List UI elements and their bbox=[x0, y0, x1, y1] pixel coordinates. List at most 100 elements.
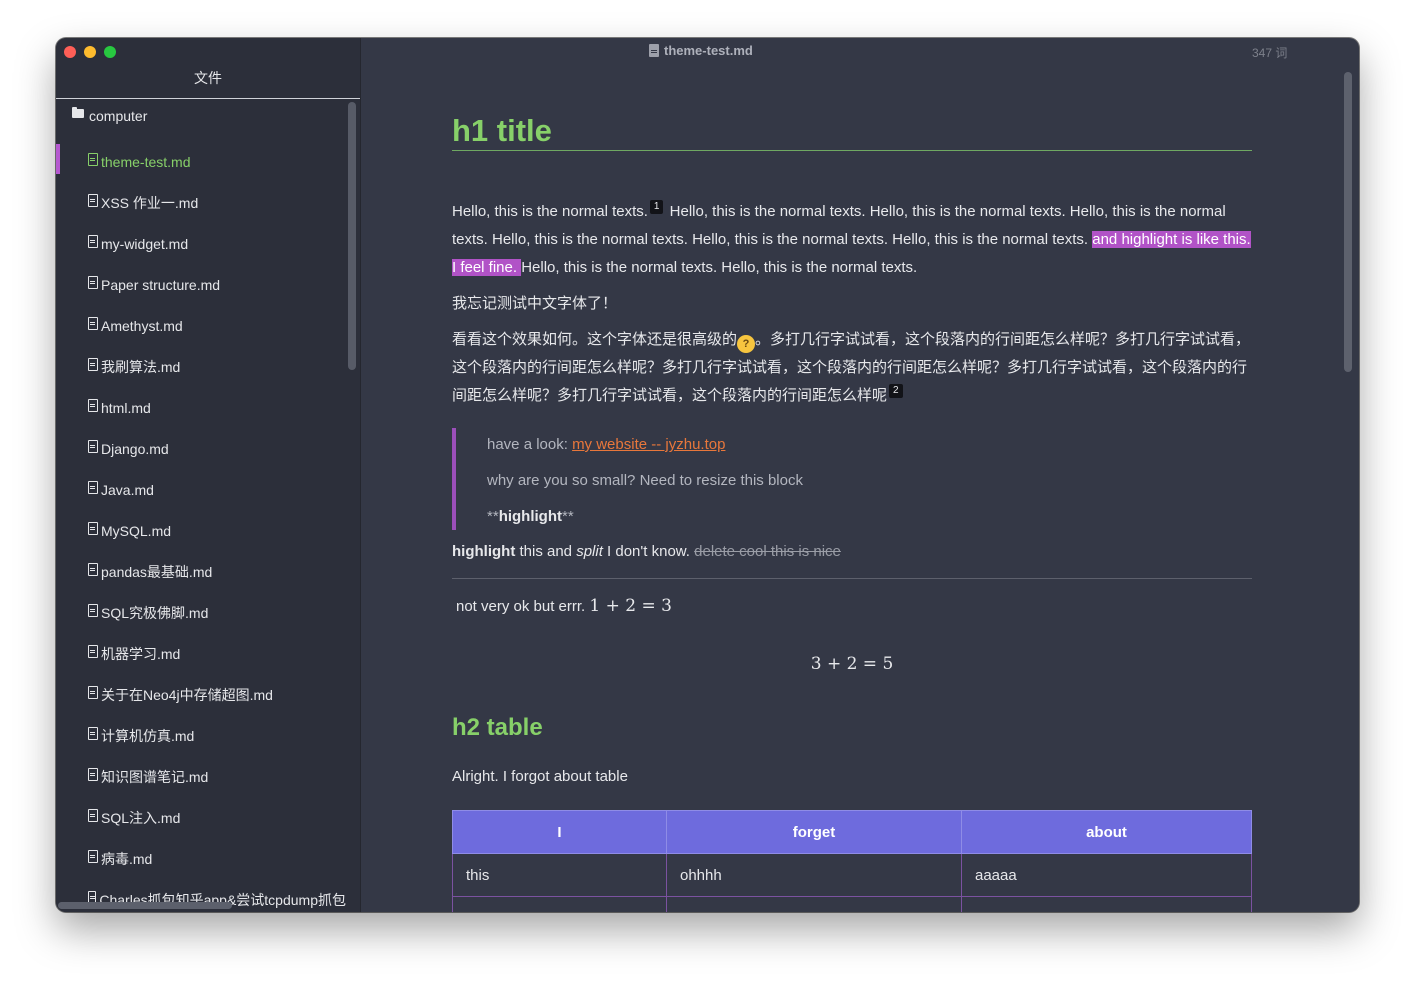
document-title-text: theme-test.md bbox=[664, 43, 753, 58]
file-label: Java.md bbox=[101, 482, 154, 498]
website-link[interactable]: my website -- jyzhu.top bbox=[572, 436, 725, 453]
file-label: SQL注入.md bbox=[101, 810, 181, 826]
title-bar: theme-test.md 347 词 bbox=[56, 38, 1359, 64]
file-icon bbox=[88, 439, 98, 453]
file-label: XSS 作业一.md bbox=[101, 195, 199, 211]
sidebar-file-item[interactable]: theme-test.md bbox=[56, 144, 346, 180]
app-window: 文件 computer theme-test.md XSS 作业一.md my-wi… bbox=[56, 38, 1359, 912]
file-label: 计算机仿真.md bbox=[101, 728, 195, 744]
paragraph-formatting: highlight this and split I don't know. d… bbox=[452, 538, 1252, 566]
file-icon bbox=[88, 152, 98, 166]
table-cell[interactable]: ohhhh bbox=[666, 853, 962, 897]
intro-text-end: Hello, this is the normal texts. Hello, … bbox=[521, 259, 918, 276]
table-header-cell[interactable]: I bbox=[452, 810, 667, 854]
file-label: Django.md bbox=[101, 441, 169, 457]
sidebar-file-item[interactable]: 病毒.md bbox=[56, 841, 346, 877]
sidebar-file-item[interactable]: 计算机仿真.md bbox=[56, 718, 346, 754]
file-icon bbox=[88, 849, 98, 863]
blockquote: have a look: my website -- jyzhu.top why… bbox=[452, 428, 1256, 530]
file-tree: computer theme-test.md XSS 作业一.md my-widge… bbox=[56, 100, 346, 912]
file-icon bbox=[88, 562, 98, 576]
zoom-button[interactable] bbox=[104, 46, 116, 58]
minimize-button[interactable] bbox=[84, 46, 96, 58]
file-label: 知识图谱笔记.md bbox=[101, 769, 209, 785]
file-icon bbox=[88, 521, 98, 535]
block-math[interactable]: 3 + 2 = 5 bbox=[452, 654, 1252, 674]
sidebar-file-item[interactable]: XSS 作业一.md bbox=[56, 185, 346, 221]
table-row: this ohhhh aaaaa bbox=[452, 853, 1252, 897]
strikethrough-text: delete cool this is nice bbox=[694, 543, 841, 560]
file-label: theme-test.md bbox=[101, 154, 191, 170]
table-header-cell[interactable]: forget bbox=[666, 810, 962, 854]
word-count[interactable]: 347 词 bbox=[1252, 44, 1287, 61]
heading-1: h1 title bbox=[452, 114, 1252, 151]
sidebar-horizontal-scrollbar[interactable] bbox=[58, 902, 232, 909]
document-icon bbox=[649, 44, 659, 57]
file-icon bbox=[88, 685, 98, 699]
table-header-cell[interactable]: about bbox=[961, 810, 1252, 854]
sidebar-file-item[interactable]: Paper structure.md bbox=[56, 267, 346, 303]
file-icon bbox=[88, 316, 98, 330]
sidebar-file-item[interactable]: SQL究极佛脚.md bbox=[56, 595, 346, 631]
quote-line-2: why are you so small? Need to resize thi… bbox=[487, 472, 803, 489]
sidebar-file-item[interactable]: 我刷算法.md bbox=[56, 349, 346, 385]
inline-math[interactable]: 1 + 2 = 3 bbox=[589, 596, 672, 616]
sidebar-file-item[interactable]: 机器学习.md bbox=[56, 636, 346, 672]
inline-math-label: not very ok but errr. bbox=[456, 598, 590, 615]
document-title: theme-test.md bbox=[649, 43, 753, 58]
close-button[interactable] bbox=[64, 46, 76, 58]
file-icon bbox=[88, 603, 98, 617]
paragraph-inline-math: not very ok but errr. 1 + 2 = 3 bbox=[456, 592, 1256, 621]
table-cell[interactable]: damn bbox=[666, 896, 962, 912]
quote-line-1: have a look: my website -- jyzhu.top bbox=[487, 436, 725, 453]
plain-text: this and bbox=[515, 543, 577, 560]
folder-computer[interactable]: computer bbox=[72, 106, 148, 124]
table-cell[interactable]: this bbox=[452, 853, 667, 897]
sidebar-file-item[interactable]: html.md bbox=[56, 390, 346, 426]
sidebar-file-item[interactable]: 知识图谱笔记.md bbox=[56, 759, 346, 795]
quote-bold: highlight bbox=[498, 508, 562, 525]
intro-text: Hello, this is the normal texts. bbox=[452, 203, 648, 220]
sidebar-header: 文件 bbox=[56, 64, 360, 99]
data-table[interactable]: I forget about this ohhhh aaaaa so damn … bbox=[452, 810, 1252, 912]
sidebar-file-item[interactable]: Django.md bbox=[56, 431, 346, 467]
table-row: so damn ugly!!!! bbox=[452, 896, 1252, 912]
editor-scrollbar[interactable] bbox=[1344, 72, 1352, 372]
file-label: pandas最基础.md bbox=[101, 564, 213, 580]
file-label: 病毒.md bbox=[101, 851, 153, 867]
file-label: Amethyst.md bbox=[101, 318, 183, 334]
file-label: html.md bbox=[101, 400, 151, 416]
italic-text: split bbox=[576, 543, 603, 560]
footnote-2[interactable]: 2 bbox=[889, 384, 903, 398]
sidebar-file-item[interactable]: 关于在Neo4j中存储超图.md bbox=[56, 677, 346, 713]
sidebar-file-item[interactable]: SQL注入.md bbox=[56, 800, 346, 836]
sidebar-file-item[interactable]: my-widget.md bbox=[56, 226, 346, 262]
sidebar-file-item[interactable]: Java.md bbox=[56, 472, 346, 508]
file-icon bbox=[88, 480, 98, 494]
file-label: MySQL.md bbox=[101, 523, 172, 539]
file-label: 我刷算法.md bbox=[101, 359, 181, 375]
paragraph-intro: Hello, this is the normal texts. 1 Hello,… bbox=[452, 198, 1252, 282]
file-label: SQL究极佛脚.md bbox=[101, 605, 209, 621]
folder-label: computer bbox=[89, 108, 148, 124]
sidebar-file-item[interactable]: pandas最基础.md bbox=[56, 554, 346, 590]
sidebar-file-item[interactable]: MySQL.md bbox=[56, 513, 346, 549]
quote-line-3: **highlight** bbox=[487, 508, 574, 525]
table-cell[interactable]: aaaaa bbox=[961, 853, 1252, 897]
paragraph-chinese-note: 我忘记测试中文字体了！ bbox=[452, 295, 618, 312]
file-icon bbox=[88, 275, 98, 289]
heading-2: h2 table bbox=[452, 714, 543, 741]
sidebar-scrollbar[interactable] bbox=[348, 102, 356, 370]
quote-asterisks-open: ** bbox=[487, 508, 499, 525]
quote-prefix: have a look: bbox=[487, 436, 573, 453]
table-cell[interactable]: so bbox=[452, 896, 667, 912]
footnote-1[interactable]: 1 bbox=[649, 200, 664, 214]
table-cell[interactable]: ugly!!!! bbox=[961, 896, 1252, 912]
quote-asterisks-close: ** bbox=[562, 508, 574, 525]
thinking-emoji-icon: ? bbox=[737, 335, 756, 353]
horizontal-rule bbox=[452, 578, 1252, 579]
paragraph-table-intro: Alright. I forgot about table bbox=[452, 768, 628, 785]
editor[interactable]: h1 title Hello, this is the normal texts… bbox=[361, 64, 1359, 912]
folder-icon bbox=[72, 106, 84, 118]
sidebar-file-item[interactable]: Amethyst.md bbox=[56, 308, 346, 344]
